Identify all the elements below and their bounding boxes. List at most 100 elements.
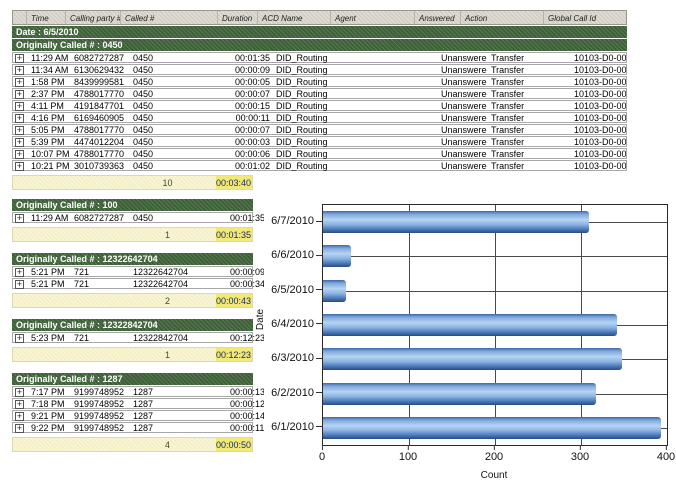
cell-duration: 00:00:07 xyxy=(230,125,272,135)
column-header-time[interactable]: Time xyxy=(27,11,66,24)
expand-icon[interactable]: + xyxy=(15,138,24,147)
call-row[interactable]: + 5:21 PM 721 12322642704 00:00:09 xyxy=(12,266,253,277)
column-header-global-call-id[interactable]: Global Call Id xyxy=(544,11,626,24)
call-row[interactable]: + 11:29 AM 6082727287 0450 00:01:35 DID_… xyxy=(12,52,627,63)
call-row[interactable]: + 7:18 PM 9199748952 1287 00:00:12 xyxy=(12,398,253,409)
date-group-header[interactable]: Date : 6/5/2010 xyxy=(12,26,627,38)
summary-count: 10 xyxy=(119,178,216,188)
expand-icon[interactable]: + xyxy=(15,412,24,421)
group-header[interactable]: Originally Called # : 100 xyxy=(12,199,253,211)
expand-cell: + xyxy=(13,149,27,159)
expand-icon[interactable]: + xyxy=(15,150,24,159)
bar[interactable] xyxy=(323,280,346,302)
cell-answered: Unanswered xyxy=(437,65,487,75)
plot-area xyxy=(322,204,668,446)
call-row[interactable]: + 7:17 PM 9199748952 1287 00:00:13 xyxy=(12,386,253,397)
call-row[interactable]: + 2:37 PM 4788017770 0450 00:00:07 DID_R… xyxy=(12,88,627,99)
group-header[interactable]: Originally Called # : 1287 xyxy=(12,373,253,385)
column-header-calling-party[interactable]: Calling party # xyxy=(66,11,121,24)
cell-acd-name: DID_Routing xyxy=(272,113,349,123)
bar-row xyxy=(323,342,667,376)
x-tick-label: 200 xyxy=(485,451,503,463)
column-header-agent[interactable]: Agent xyxy=(331,11,415,24)
call-row[interactable]: + 4:16 PM 6169460905 0450 00:00:11 DID_R… xyxy=(12,112,627,123)
group-header-0450[interactable]: Originally Called # : 0450 xyxy=(12,39,627,51)
cell-time: 5:21 PM xyxy=(27,279,70,289)
bar-row xyxy=(323,308,667,342)
cell-action: Transfer xyxy=(487,113,574,123)
cell-time: 10:21 PM xyxy=(27,161,70,171)
cell-global-call-id: 10103-D0-0011B-770 xyxy=(574,77,626,87)
call-group: Originally Called # : 12322842704 + 5:23… xyxy=(12,319,253,362)
expand-icon[interactable]: + xyxy=(15,388,24,397)
cell-calling-party: 721 xyxy=(70,279,129,289)
group-header[interactable]: Originally Called # : 12322842704 xyxy=(12,319,253,331)
call-row[interactable]: + 5:05 PM 4788017770 0450 00:00:07 DID_R… xyxy=(12,124,627,135)
x-tick-label: 100 xyxy=(399,451,417,463)
call-row[interactable]: + 11:34 AM 6130629432 0450 00:00:09 DID_… xyxy=(12,64,627,75)
expand-icon[interactable]: + xyxy=(15,424,24,433)
column-header-answered[interactable]: Answered xyxy=(415,11,461,24)
expand-icon[interactable]: + xyxy=(15,268,24,277)
bar[interactable] xyxy=(323,211,589,233)
expand-icon[interactable]: + xyxy=(15,400,24,409)
expand-cell: + xyxy=(13,399,27,409)
bar[interactable] xyxy=(323,383,596,405)
call-row[interactable]: + 9:21 PM 9199748952 1287 00:00:14 xyxy=(12,410,253,421)
expand-cell: + xyxy=(13,53,27,63)
call-row[interactable]: + 4:11 PM 4191847701 0450 00:00:15 DID_R… xyxy=(12,100,627,111)
expand-icon[interactable]: + xyxy=(15,54,24,63)
column-header-called[interactable]: Called # xyxy=(121,11,218,24)
expand-icon[interactable]: + xyxy=(15,114,24,123)
cell-time: 5:21 PM xyxy=(27,267,70,277)
expand-cell: + xyxy=(13,267,27,277)
call-row[interactable]: + 1:58 PM 8439999581 0450 00:00:05 DID_R… xyxy=(12,76,627,87)
cell-acd-name: DID_Routing xyxy=(272,89,349,99)
expand-icon[interactable]: + xyxy=(15,78,24,87)
column-header-acd-name[interactable]: ACD Name xyxy=(258,11,331,24)
cell-calling-party: 4191847701 xyxy=(70,101,129,111)
cell-time: 11:34 AM xyxy=(27,65,70,75)
expand-icon[interactable]: + xyxy=(15,214,24,223)
bar[interactable] xyxy=(323,348,622,370)
cell-called: 0450 xyxy=(129,137,230,147)
cell-calling-party: 721 xyxy=(70,333,129,343)
expand-icon[interactable]: + xyxy=(15,280,24,289)
y-tick-label: 6/4/2010 xyxy=(248,307,322,341)
cell-global-call-id: 10103-D0-0011B-774 xyxy=(574,125,626,135)
call-row[interactable]: + 10:21 PM 3010739363 0450 00:01:02 DID_… xyxy=(12,160,627,171)
cell-acd-name: DID_Routing xyxy=(272,53,349,63)
cell-called: 0450 xyxy=(129,161,230,171)
bar[interactable] xyxy=(323,245,351,267)
cell-called: 0450 xyxy=(129,65,230,75)
x-tick-mark xyxy=(579,445,580,450)
call-row[interactable]: + 5:21 PM 721 12322642704 00:00:34 xyxy=(12,278,253,289)
column-header-duration[interactable]: Duration xyxy=(218,11,258,24)
group-summary-row: 1 00:12:23 xyxy=(12,347,253,362)
group-summary-row: 10 00:03:40 xyxy=(12,175,253,190)
bar[interactable] xyxy=(323,314,617,336)
bar[interactable] xyxy=(323,417,661,439)
column-header-expand[interactable] xyxy=(13,11,27,24)
cell-calling-party: 9199748952 xyxy=(70,387,129,397)
expand-icon[interactable]: + xyxy=(15,66,24,75)
group-header[interactable]: Originally Called # : 12322642704 xyxy=(12,253,253,265)
call-row[interactable]: + 11:29 AM 6082727287 0450 00:01:35 xyxy=(12,212,253,223)
call-row[interactable]: + 9:22 PM 9199748952 1287 00:00:11 xyxy=(12,422,253,433)
expand-icon[interactable]: + xyxy=(15,102,24,111)
call-row[interactable]: + 5:39 PM 4474012204 0450 00:00:03 DID_R… xyxy=(12,136,627,147)
call-row[interactable]: + 10:07 PM 4788017770 0450 00:00:06 DID_… xyxy=(12,148,627,159)
cell-time: 1:58 PM xyxy=(27,77,70,87)
column-header-action[interactable]: Action xyxy=(461,11,544,24)
cell-duration: 00:01:02 xyxy=(230,161,272,171)
call-report-table: Time Calling party # Called # Duration A… xyxy=(12,10,627,190)
expand-icon[interactable]: + xyxy=(15,90,24,99)
cell-answered: Unanswered xyxy=(437,101,487,111)
x-tick-label: 0 xyxy=(319,451,325,463)
expand-icon[interactable]: + xyxy=(15,334,24,343)
call-groups-panel: Originally Called # : 100 + 11:29 AM 608… xyxy=(12,199,253,463)
call-row[interactable]: + 5:23 PM 721 12322842704 00:12:23 xyxy=(12,332,253,343)
x-tick: 0 xyxy=(319,445,325,463)
expand-icon[interactable]: + xyxy=(15,126,24,135)
expand-icon[interactable]: + xyxy=(15,162,24,171)
